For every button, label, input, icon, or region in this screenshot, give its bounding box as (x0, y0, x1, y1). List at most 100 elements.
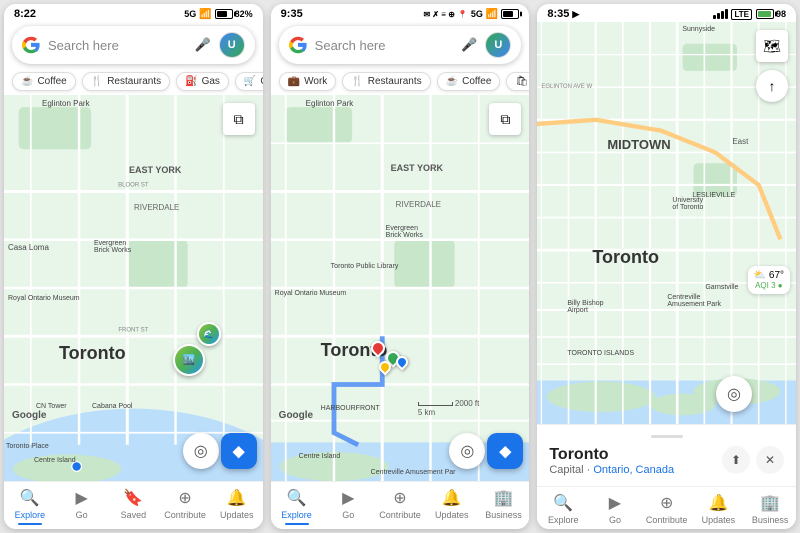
nav-updates-1[interactable]: 🔔 Updates (211, 488, 263, 525)
time-2: 9:35 (281, 8, 303, 20)
share-btn-3[interactable]: ⬆ (722, 446, 750, 474)
battery-2 (501, 9, 519, 19)
avatar-2[interactable]: U (485, 32, 511, 58)
close-btn-3[interactable]: ✕ (756, 446, 784, 474)
info-title-3: Toronto (549, 446, 674, 464)
bottom-nav-3: 🔍 Explore ▶ Go ⊕ Contribute 🔔 Updates 🏢 … (537, 486, 796, 529)
search-bar-1[interactable]: Search here 🎤 U (12, 26, 255, 64)
go-label-2: Go (342, 510, 354, 520)
bottom-nav-2: 🔍 Explore ▶ Go ⊕ Contribute 🔔 Updates 🏢 … (271, 481, 530, 529)
google-logo-1 (22, 36, 40, 54)
nav-contribute-3[interactable]: ⊕ Contribute (641, 493, 693, 525)
map-area-2[interactable]: Eglinton Park EAST YORK RIVERDALE Evergr… (271, 95, 530, 481)
status-bar-1: 8:22 5G 📶 82% (4, 4, 263, 22)
location-btn-1[interactable]: ◎ (183, 433, 219, 469)
contribute-label-3: Contribute (646, 515, 688, 525)
layers-btn-2[interactable]: ⧉ (489, 103, 521, 135)
avatar-1[interactable]: U (219, 32, 245, 58)
go-icon-2: ▶ (342, 488, 354, 508)
info-card-content-3: Toronto Capital · Ontario, Canada ⬆ ✕ (549, 446, 784, 476)
chip-groceries-1[interactable]: 🛒Groceries (235, 72, 263, 91)
street-photo-2[interactable]: 🌊 (197, 322, 221, 346)
google-logo-2 (289, 36, 307, 54)
nav-saved-1[interactable]: 🔖 Saved (107, 488, 159, 525)
phone-panel-1: 8:22 5G 📶 82% Search here 🎤 U ☕Coffee 🍴R… (4, 4, 263, 529)
contribute-icon-3: ⊕ (660, 493, 673, 513)
business-label-2: Business (485, 510, 522, 520)
nav-explore-3[interactable]: 🔍 Explore (537, 493, 589, 525)
bottom-nav-1: 🔍 Explore ▶ Go 🔖 Saved ⊕ Contribute 🔔 Up… (4, 481, 263, 529)
time-3: 8:35 ▶ (547, 8, 579, 20)
explore-label-3: Explore (548, 515, 579, 525)
nav-btn-1[interactable]: ⬥ (221, 433, 257, 469)
search-bar-2[interactable]: Search here 🎤 U (279, 26, 522, 64)
nav-explore-1[interactable]: 🔍 Explore (4, 488, 56, 525)
phone-panel-2: 9:35 ✉ ✗ ≡ ⊕ 📍 5G 📶 Search here 🎤 U 💼Wor… (271, 4, 530, 529)
street-photo-1[interactable]: 🏙️ (173, 344, 205, 376)
contribute-label-1: Contribute (164, 510, 206, 520)
mic-icon-2[interactable]: 🎤 (461, 37, 477, 53)
layers-btn-3[interactable]: 🗺 (756, 30, 788, 62)
chip-shopping-2[interactable]: 🛍Shop (506, 72, 529, 91)
go-icon-3: ▶ (609, 493, 621, 513)
info-card-text-3: Toronto Capital · Ontario, Canada (549, 446, 674, 476)
map-area-3[interactable]: Sunnyside EGLINTON AVE W MIDTOWN East LE… (537, 22, 796, 424)
chip-gas-1[interactable]: ⛽Gas (176, 72, 229, 91)
nav-go-2[interactable]: ▶ Go (322, 488, 374, 525)
info-card-3: Toronto Capital · Ontario, Canada ⬆ ✕ (537, 424, 796, 486)
status-icons-3: LTE 98 (713, 9, 786, 20)
business-icon-2: 🏢 (494, 488, 514, 508)
explore-label-1: Explore (15, 510, 46, 520)
wifi-icon-1: 📶 (199, 9, 211, 20)
signal-icon-1: 5G (184, 9, 196, 19)
time-1: 8:22 (14, 8, 36, 20)
scale-bar-2: 2000 ft 5 km (418, 399, 479, 417)
nav-business-2[interactable]: 🏢 Business (478, 488, 530, 525)
status-icons-1: 5G 📶 82% (184, 9, 252, 20)
search-input-2[interactable]: Search here (315, 38, 454, 53)
nav-updates-2[interactable]: 🔔 Updates (426, 488, 478, 525)
nav-contribute-1[interactable]: ⊕ Contribute (159, 488, 211, 525)
chip-coffee-1[interactable]: ☕Coffee (12, 72, 76, 91)
google-watermark-2: Google (279, 410, 313, 421)
contribute-icon-2: ⊕ (393, 488, 406, 508)
saved-icon-1: 🔖 (123, 488, 143, 508)
chip-coffee-2[interactable]: ☕Coffee (437, 72, 501, 91)
nav-business-3[interactable]: 🏢 Business (744, 493, 796, 525)
status-icons-2: ✉ ✗ ≡ ⊕ 📍 5G 📶 (423, 9, 519, 20)
chip-restaurants-1[interactable]: 🍴Restaurants (82, 72, 170, 91)
svg-text:BLOOR ST: BLOOR ST (118, 183, 149, 189)
battery-1: 82% (215, 9, 253, 19)
updates-label-1: Updates (220, 510, 254, 520)
drag-handle-3[interactable] (651, 435, 683, 438)
map-area-1[interactable]: BLOOR ST FRONT ST Eglinton Park EAST YOR… (4, 95, 263, 481)
wifi-icon-2: 📶 (486, 9, 498, 20)
info-actions-3: ⬆ ✕ (722, 446, 784, 474)
nav-btn-2[interactable]: ⬥ (487, 433, 523, 469)
explore-icon-1: 🔍 (20, 488, 40, 508)
signal-icon-2: 5G (471, 9, 483, 19)
compass-btn-3[interactable]: ↑ (756, 70, 788, 102)
info-link-3[interactable]: Ontario, Canada (593, 464, 674, 476)
mic-icon-1[interactable]: 🎤 (195, 37, 211, 53)
chip-restaurants-2[interactable]: 🍴Restaurants (342, 72, 430, 91)
nav-go-3[interactable]: ▶ Go (589, 493, 641, 525)
nav-explore-2[interactable]: 🔍 Explore (271, 488, 323, 525)
chip-work-2[interactable]: 💼Work (279, 72, 337, 91)
location-icon-2: 📍 (458, 10, 468, 19)
business-icon-3: 🏢 (760, 493, 780, 513)
filter-chips-1: ☕Coffee 🍴Restaurants ⛽Gas 🛒Groceries (4, 68, 263, 95)
contribute-label-2: Contribute (379, 510, 421, 520)
weather-badge-3: ⛅ 67° AQI 3 ● (748, 266, 790, 294)
updates-icon-3: 🔔 (708, 493, 728, 513)
info-subtitle-3: Capital · Ontario, Canada (549, 464, 674, 476)
saved-label-1: Saved (121, 510, 147, 520)
nav-updates-3[interactable]: 🔔 Updates (693, 493, 745, 525)
nav-go-1[interactable]: ▶ Go (56, 488, 108, 525)
updates-icon-1: 🔔 (227, 488, 247, 508)
svg-text:FRONT ST: FRONT ST (118, 327, 148, 333)
search-input-1[interactable]: Search here (48, 38, 187, 53)
nav-contribute-2[interactable]: ⊕ Contribute (374, 488, 426, 525)
location-btn-3[interactable]: ◎ (716, 376, 752, 412)
layers-btn-1[interactable]: ⧉ (223, 103, 255, 135)
